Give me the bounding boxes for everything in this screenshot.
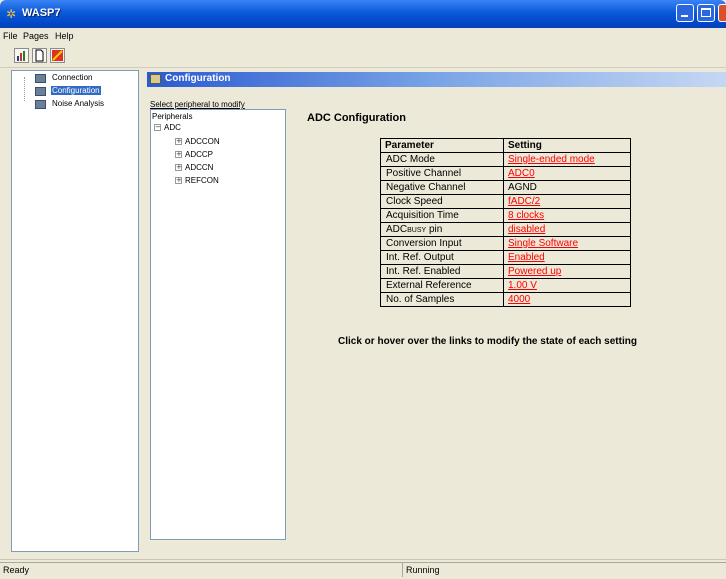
page-icon (35, 100, 46, 109)
table-row: Conversion Input Single Software (380, 236, 631, 251)
menu-help[interactable]: Help (55, 31, 74, 41)
minimize-button[interactable] (676, 4, 694, 22)
setting-cell: Single Software (503, 236, 631, 251)
table-row: No. of Samples 4000 (380, 292, 631, 307)
setting-cell: Powered up (503, 264, 631, 279)
menu-file[interactable]: File (3, 31, 18, 41)
status-ready: Ready (0, 562, 402, 577)
tree-node-adccn[interactable]: ADCCN (185, 163, 213, 172)
collapse-icon[interactable]: − (154, 124, 161, 131)
param-label-sub: BUSY (407, 227, 427, 234)
table-row: Positive Channel ADC0 (380, 166, 631, 181)
setting-cell: ADC0 (503, 166, 631, 181)
tree-root: Peripherals (152, 112, 193, 121)
expand-icon[interactable]: + (175, 164, 182, 171)
setting-link[interactable]: 1.00 V (508, 280, 537, 291)
hint-text: Click or hover over the links to modify … (338, 336, 637, 347)
table-row: Negative Channel AGND (380, 180, 631, 195)
nav-item-configuration[interactable]: Configuration (12, 86, 138, 98)
peripheral-tree: Peripherals − ADC + ADCCON + ADCCP + ADC… (150, 109, 286, 540)
param-label: Int. Ref. Output (380, 250, 504, 265)
nav-item-label: Noise Analysis (52, 99, 105, 108)
setting-cell: 4000 (503, 292, 631, 307)
column-header: Parameter (380, 138, 504, 153)
tree-node-adccp[interactable]: ADCCP (185, 150, 213, 159)
expand-icon[interactable]: + (175, 151, 182, 158)
nav-item-label: Configuration (51, 86, 101, 95)
chart-button[interactable] (14, 48, 29, 63)
setting-value: AGND (503, 180, 631, 195)
status-running: Running (402, 562, 726, 577)
setting-link[interactable]: Single Software (508, 238, 578, 249)
expand-icon[interactable]: + (175, 138, 182, 145)
table-row: Acquisition Time 8 clocks (380, 208, 631, 223)
table-header-row: Parameter Setting (380, 138, 631, 153)
tree-node-refcon[interactable]: REFCON (185, 176, 219, 185)
menu-pages[interactable]: Pages (23, 31, 49, 41)
page-icon (35, 74, 46, 83)
param-label: Int. Ref. Enabled (380, 264, 504, 279)
setting-link[interactable]: disabled (508, 224, 545, 235)
setting-link[interactable]: Powered up (508, 266, 561, 277)
tree-node-adc[interactable]: ADC (164, 123, 181, 132)
expand-icon[interactable]: + (175, 177, 182, 184)
param-label: External Reference (380, 278, 504, 293)
table-row: ADCBUSY pin disabled (380, 222, 631, 237)
page-title: Configuration (165, 73, 231, 84)
select-peripheral-label: Select peripheral to modify (150, 100, 245, 109)
param-label: Clock Speed (380, 194, 504, 209)
setting-link[interactable]: 8 clocks (508, 210, 544, 221)
tree-node-adccon[interactable]: ADCCON (185, 137, 220, 146)
param-label: Conversion Input (380, 236, 504, 251)
title-bar[interactable]: ✲ WASP7 (0, 0, 726, 28)
setting-link[interactable]: Single-ended mode (508, 154, 595, 165)
toolbar (0, 45, 726, 68)
setting-cell: Enabled (503, 250, 631, 265)
adc-config-title: ADC Configuration (307, 112, 406, 124)
setting-link[interactable]: 4000 (508, 294, 530, 305)
table-row: External Reference 1.00 V (380, 278, 631, 293)
nav-item-noise-analysis[interactable]: Noise Analysis (12, 99, 138, 111)
table-row: Clock Speed fADC/2 (380, 194, 631, 209)
param-label-suffix: pin (426, 224, 443, 235)
table-row: Int. Ref. Enabled Powered up (380, 264, 631, 279)
new-button[interactable] (32, 48, 47, 63)
config-icon (150, 74, 161, 84)
adc-config-table: Parameter Setting ADC Mode Single-ended … (380, 138, 631, 307)
stop-icon (52, 50, 63, 61)
page-icon (35, 87, 46, 96)
stop-button[interactable] (50, 48, 65, 63)
setting-cell: 8 clocks (503, 208, 631, 223)
nav-item-label: Connection (52, 73, 93, 82)
app-icon: ✲ (6, 7, 17, 21)
page-header: Configuration (147, 72, 726, 87)
nav-item-connection[interactable]: Connection (12, 73, 138, 85)
param-label: Negative Channel (380, 180, 504, 195)
window-title: WASP7 (22, 7, 61, 19)
param-label: ADC Mode (380, 152, 504, 167)
param-label-main: ADC (386, 224, 408, 235)
table-row: ADC Mode Single-ended mode (380, 152, 631, 167)
setting-link[interactable]: Enabled (508, 252, 545, 263)
close-button[interactable] (718, 4, 726, 22)
param-label: Positive Channel (380, 166, 504, 181)
new-document-icon (35, 49, 44, 62)
navigation-tree: Connection Configuration Noise Analysis (11, 70, 139, 552)
setting-link[interactable]: fADC/2 (508, 196, 540, 207)
param-label: Acquisition Time (380, 208, 504, 223)
setting-cell: fADC/2 (503, 194, 631, 209)
chart-icon (17, 51, 25, 61)
setting-cell: disabled (503, 222, 631, 237)
column-header: Setting (503, 138, 631, 153)
setting-cell: Single-ended mode (503, 152, 631, 167)
maximize-button[interactable] (697, 4, 715, 22)
status-bar: Ready Running (0, 559, 726, 579)
setting-link[interactable]: ADC0 (508, 168, 535, 179)
setting-cell: 1.00 V (503, 278, 631, 293)
table-row: Int. Ref. Output Enabled (380, 250, 631, 265)
param-label: No. of Samples (380, 292, 504, 307)
param-label: ADCBUSY pin (380, 222, 504, 237)
menu-bar: File Pages Help (0, 28, 726, 45)
